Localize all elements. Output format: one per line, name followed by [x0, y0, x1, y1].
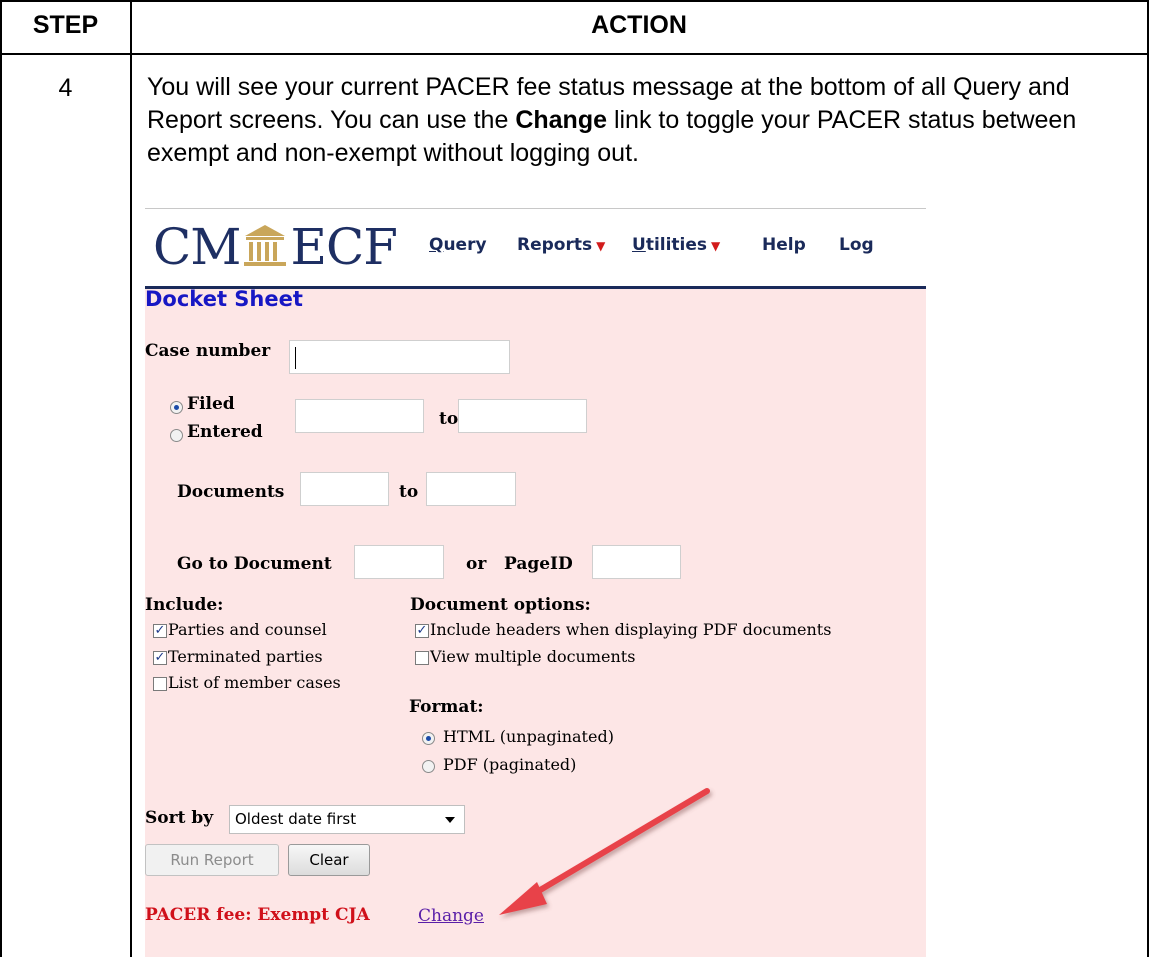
table-header-divider — [0, 53, 1149, 55]
view-multiple-label: View multiple documents — [430, 647, 636, 666]
reports-caret-icon: ▼ — [596, 239, 606, 253]
pacer-fee-status: PACER fee: Exempt CJA — [145, 905, 370, 925]
step-number: 4 — [58, 74, 73, 102]
text-cursor — [295, 347, 296, 369]
document-options-heading: Document options: — [410, 595, 591, 615]
table-border-top — [0, 0, 1149, 2]
logo-ecf-text: ECF — [290, 218, 397, 276]
entered-radio[interactable] — [170, 429, 183, 442]
cmecf-screenshot: CM ECF Query Reports ▼ Utilities ▼ Help Log… — [145, 208, 926, 957]
filed-radio[interactable] — [170, 401, 183, 414]
header-action: ACTION — [591, 11, 687, 39]
table-column-divider — [130, 0, 132, 957]
clear-button[interactable]: Clear — [288, 844, 370, 876]
format-pdf-label: PDF (paginated) — [443, 755, 577, 774]
nav-utilities[interactable]: Utilities ▼ — [632, 235, 720, 255]
view-multiple-checkbox[interactable] — [415, 651, 429, 665]
date-from-input[interactable] — [295, 399, 424, 433]
nav-reports-label: Reports — [517, 235, 593, 255]
documents-label: Documents — [177, 482, 285, 502]
step-instruction: You will see your current PACER fee stat… — [147, 71, 1137, 170]
pageid-input[interactable] — [592, 545, 681, 579]
sort-by-select[interactable]: Oldest date first — [229, 805, 465, 834]
member-cases-checkbox[interactable] — [153, 677, 167, 691]
logo-cm-text: CM — [153, 218, 241, 276]
change-link[interactable]: Change — [418, 906, 484, 926]
format-pdf-radio[interactable] — [422, 760, 435, 773]
or-label: or — [466, 554, 487, 574]
date-to-input[interactable] — [458, 399, 587, 433]
nav-query-label: uery — [443, 235, 487, 255]
include-heading: Include: — [145, 595, 224, 615]
nav-logout[interactable]: Log — [839, 235, 874, 255]
entered-label: Entered — [187, 422, 263, 442]
case-number-input[interactable] — [289, 340, 510, 374]
pageid-label: PageID — [504, 554, 573, 574]
date-to-label: to — [439, 409, 459, 429]
annotation-arrow-icon — [499, 788, 710, 915]
utilities-caret-icon: ▼ — [711, 239, 721, 253]
nav-utilities-accesskey: U — [632, 235, 646, 255]
cmecf-logo: CM ECF — [153, 217, 398, 277]
sort-by-value: Oldest date first — [235, 810, 357, 828]
documents-from-input[interactable] — [300, 472, 389, 506]
documents-to-label: to — [399, 482, 419, 502]
member-cases-label: List of member cases — [168, 673, 341, 692]
instruction-bold-change: Change — [515, 106, 607, 134]
sort-by-label: Sort by — [145, 808, 214, 828]
terminated-parties-checkbox[interactable]: ✓ — [153, 651, 167, 665]
filed-label: Filed — [187, 394, 235, 414]
nav-query[interactable]: Query — [429, 235, 487, 255]
page-title: Docket Sheet — [145, 287, 303, 311]
parties-counsel-checkbox[interactable]: ✓ — [153, 624, 167, 638]
go-to-document-label: Go to Document — [177, 554, 332, 574]
parties-counsel-label: Parties and counsel — [168, 620, 327, 639]
documents-to-input[interactable] — [426, 472, 516, 506]
terminated-parties-label: Terminated parties — [168, 647, 323, 666]
dropdown-arrow-icon — [445, 817, 455, 823]
format-html-label: HTML (unpaginated) — [443, 727, 614, 746]
courthouse-icon — [244, 225, 287, 266]
case-number-label: Case number — [145, 341, 271, 361]
format-html-radio[interactable] — [422, 732, 435, 745]
header-step: STEP — [32, 11, 99, 39]
nav-reports[interactable]: Reports ▼ — [517, 235, 605, 255]
go-to-document-input[interactable] — [354, 545, 444, 579]
run-report-button[interactable]: Run Report — [145, 844, 279, 876]
docket-sheet-form: Docket Sheet Case number Filed Entered t… — [145, 287, 926, 957]
nav-help[interactable]: Help — [762, 235, 806, 255]
include-headers-label: Include headers when displaying PDF docu… — [430, 620, 832, 639]
table-border-left — [0, 0, 2, 957]
format-heading: Format: — [409, 697, 484, 717]
nav-utilities-label: tilities — [645, 235, 708, 255]
include-headers-checkbox[interactable]: ✓ — [415, 624, 429, 638]
nav-query-accesskey: Q — [429, 235, 444, 255]
cmecf-header: CM ECF Query Reports ▼ Utilities ▼ Help Log — [145, 208, 926, 289]
